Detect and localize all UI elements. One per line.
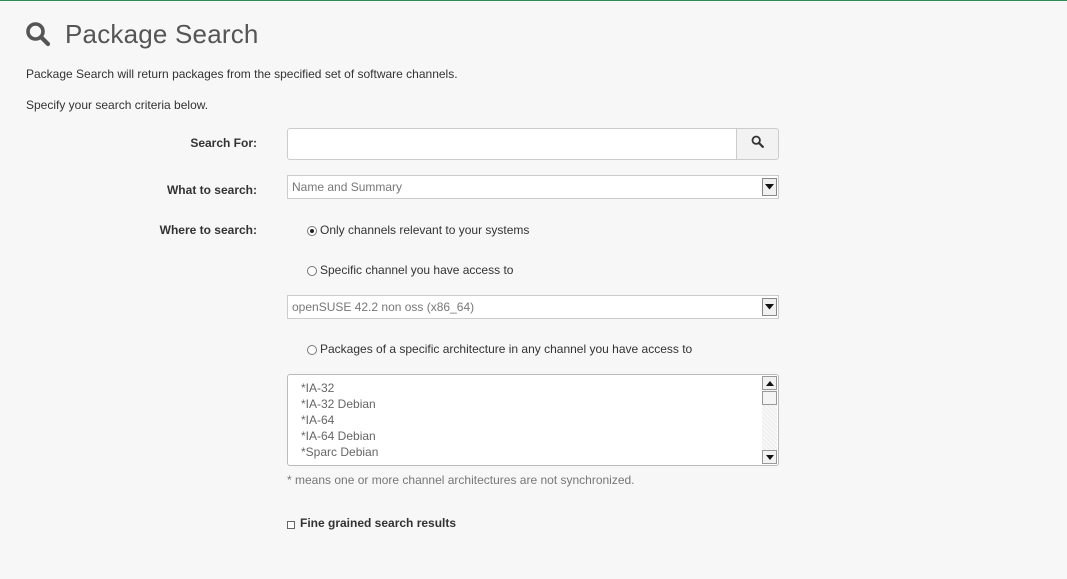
search-input-group: [287, 128, 779, 160]
listbox-scrollbar[interactable]: [762, 376, 777, 464]
search-input[interactable]: [287, 128, 736, 160]
intro-text: Package Search will return packages from…: [26, 67, 458, 81]
scroll-up-icon[interactable]: [762, 376, 777, 390]
radio-specific-channel[interactable]: Specific channel you have access to: [307, 263, 513, 277]
scroll-down-icon[interactable]: [762, 450, 777, 464]
architecture-option[interactable]: *Sparc Debian: [301, 444, 778, 460]
what-to-search-label: What to search:: [166, 183, 257, 197]
search-icon: [751, 135, 764, 153]
channel-select-value: openSUSE 42.2 non oss (x86_64): [292, 300, 475, 314]
dropdown-arrow-icon: [762, 298, 777, 316]
architecture-option[interactable]: *IA-64: [301, 412, 778, 428]
search-for-label: Search For:: [190, 136, 257, 150]
radio-label: Specific channel you have access to: [320, 263, 514, 277]
criteria-hint: Specify your search criteria below.: [26, 98, 209, 112]
dropdown-arrow-icon: [762, 178, 777, 196]
search-button[interactable]: [736, 128, 779, 160]
radio-relevant-channels[interactable]: Only channels relevant to your systems: [307, 223, 529, 237]
page-title: Package Search: [65, 18, 259, 49]
architecture-option[interactable]: *IA-64 Debian: [301, 428, 778, 444]
fine-grained-option[interactable]: Fine grained search results: [287, 516, 456, 530]
search-icon: [25, 21, 51, 47]
architecture-option[interactable]: *IA-32 Debian: [301, 396, 778, 412]
architecture-listbox[interactable]: *IA-32 *IA-32 Debian *IA-64 *IA-64 Debia…: [287, 374, 779, 466]
what-to-search-select[interactable]: Name and Summary: [287, 175, 779, 199]
channel-select[interactable]: openSUSE 42.2 non oss (x86_64): [287, 295, 779, 319]
fine-grained-checkbox[interactable]: [287, 520, 295, 529]
where-to-search-label: Where to search:: [159, 223, 257, 237]
page-header: Package Search: [25, 14, 259, 54]
radio-label: Packages of a specific architecture in a…: [320, 342, 693, 356]
radio-button[interactable]: [307, 345, 317, 355]
what-to-search-value: Name and Summary: [292, 180, 403, 194]
architecture-option[interactable]: *IA-32: [301, 380, 778, 396]
architecture-note: * means one or more channel architecture…: [287, 473, 635, 487]
radio-button[interactable]: [307, 266, 317, 276]
fine-grained-label: Fine grained search results: [300, 516, 457, 530]
radio-architecture[interactable]: Packages of a specific architecture in a…: [307, 342, 692, 356]
radio-label: Only channels relevant to your systems: [320, 223, 530, 237]
scroll-thumb[interactable]: [762, 391, 777, 405]
top-accent-border: [0, 0, 1067, 1]
radio-button[interactable]: [307, 226, 317, 236]
